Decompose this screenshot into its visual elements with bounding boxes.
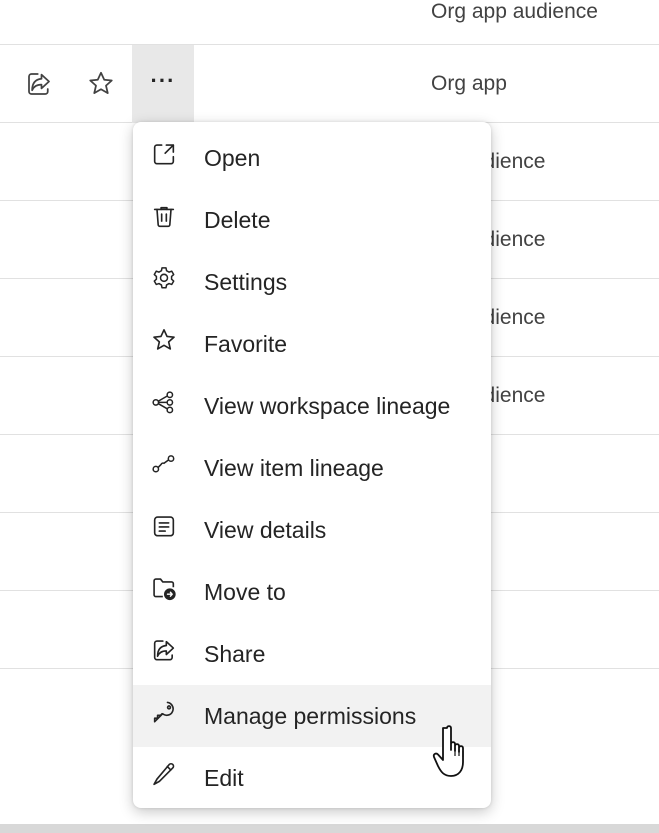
menu-item-label: Settings — [204, 268, 288, 295]
menu-item-delete[interactable]: Delete — [133, 189, 491, 251]
more-options-button[interactable]: ··· — [132, 45, 194, 123]
menu-item-view-item-lineage[interactable]: View item lineage — [133, 437, 491, 499]
hand-pointer-cursor-icon — [432, 725, 464, 777]
menu-item-label: Manage permissions — [204, 702, 417, 729]
menu-item-label: Move to — [204, 578, 286, 605]
trash-icon — [149, 201, 179, 231]
menu-item-label: Edit — [204, 764, 244, 791]
menu-item-favorite[interactable]: Favorite — [133, 313, 491, 375]
menu-item-settings[interactable]: Settings — [133, 251, 491, 313]
menu-item-view-workspace-lineage[interactable]: View workspace lineage — [133, 375, 491, 437]
table-row[interactable]: Org app audience — [0, 0, 659, 45]
table-row[interactable]: ··· Org app — [0, 45, 659, 123]
menu-item-share[interactable]: Share — [133, 623, 491, 685]
menu-item-label: View item lineage — [204, 454, 384, 481]
menu-item-open[interactable]: Open — [133, 127, 491, 189]
gear-icon — [149, 263, 179, 293]
pencil-icon — [149, 759, 179, 789]
row-type-text: Org app audience — [431, 0, 598, 23]
menu-item-view-details[interactable]: View details — [133, 499, 491, 561]
star-icon — [149, 325, 179, 355]
more-icon: ··· — [150, 68, 176, 93]
menu-item-label: Delete — [204, 206, 271, 233]
share-button[interactable] — [8, 45, 70, 123]
menu-item-label: View details — [204, 516, 327, 543]
row-type-text: Org app — [431, 72, 507, 95]
menu-item-label: Share — [204, 640, 266, 667]
menu-item-label: Favorite — [204, 330, 288, 357]
star-icon — [89, 71, 113, 94]
workspace-lineage-icon — [149, 387, 179, 417]
item-lineage-icon — [149, 449, 179, 479]
menu-item-move-to[interactable]: Move to — [133, 561, 491, 623]
share-icon — [28, 73, 50, 95]
context-menu: Open Delete Settings Favorite View works… — [133, 122, 491, 808]
share-icon — [149, 635, 179, 665]
key-icon — [149, 697, 179, 727]
row-actions: ··· — [0, 45, 200, 123]
menu-item-label: View workspace lineage — [204, 392, 451, 419]
open-external-icon — [149, 139, 179, 169]
details-icon — [149, 511, 179, 541]
horizontal-scrollbar[interactable] — [0, 824, 659, 833]
folder-move-icon — [149, 573, 179, 603]
menu-item-label: Open — [204, 144, 261, 171]
favorite-button[interactable] — [70, 45, 132, 123]
